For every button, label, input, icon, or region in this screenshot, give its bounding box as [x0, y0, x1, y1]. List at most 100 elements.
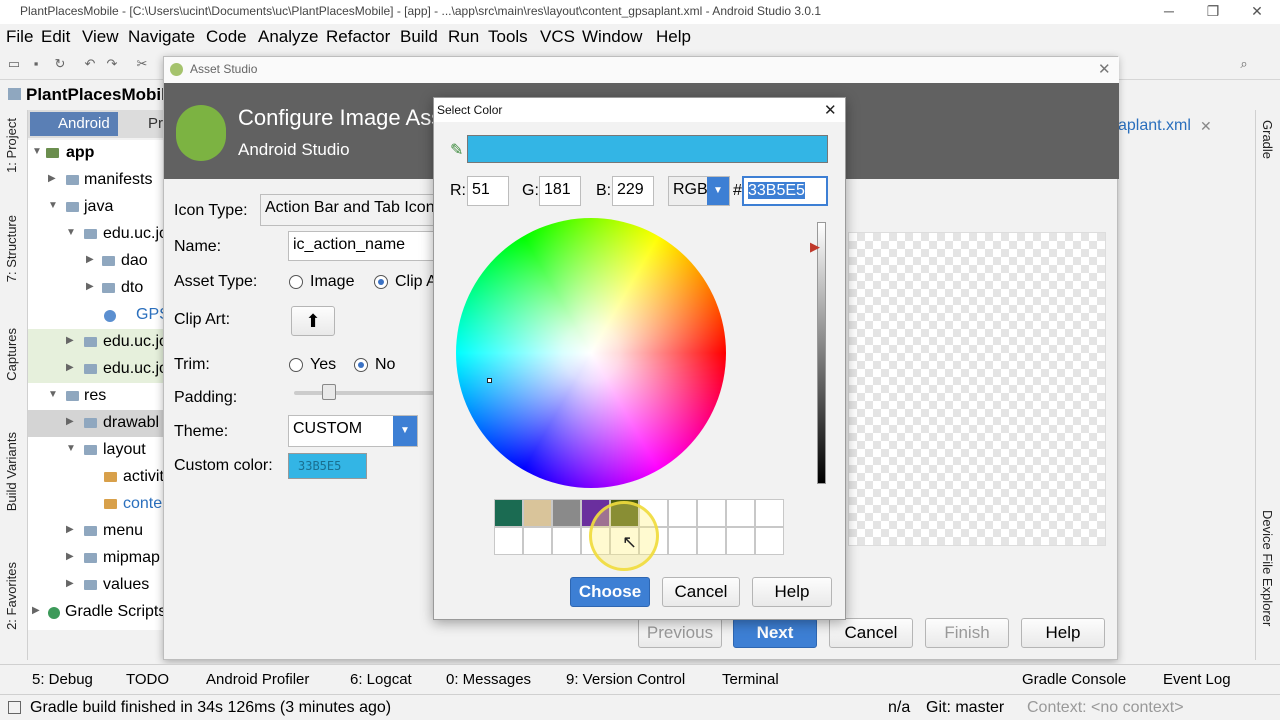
custom-color-swatch[interactable]: 33B5E5	[288, 453, 367, 479]
status-git-branch[interactable]: Git: master	[926, 699, 1004, 717]
color-swatch[interactable]	[726, 527, 755, 555]
asset-type-clip-art-radio[interactable]	[374, 275, 388, 289]
tool-event-log[interactable]: Event Log	[1163, 671, 1231, 688]
tree-item[interactable]: ▼ edu.uc.jo	[28, 221, 168, 248]
close-icon[interactable]: ✕	[824, 101, 837, 119]
menu-tools[interactable]: Tools	[488, 27, 528, 47]
tree-item[interactable]: GPS	[28, 302, 168, 329]
g-input[interactable]: 181	[539, 176, 581, 206]
menu-view[interactable]: View	[82, 27, 119, 47]
tab-gradle[interactable]: Gradle	[1260, 120, 1275, 159]
tab-device-file-explorer[interactable]: Device File Explorer	[1260, 510, 1275, 626]
asset-type-image-radio[interactable]	[289, 275, 303, 289]
choose-button[interactable]: Choose	[570, 577, 650, 607]
padding-slider-track[interactable]	[294, 391, 434, 395]
color-swatch[interactable]	[552, 499, 581, 527]
tool-version-control[interactable]: 9: Version Control	[566, 671, 685, 688]
menu-file[interactable]: File	[6, 27, 33, 47]
tree-item[interactable]: ▶ edu.uc.jo	[28, 329, 168, 356]
padding-slider-thumb[interactable]	[322, 384, 336, 400]
color-swatch[interactable]	[668, 499, 697, 527]
help-button[interactable]: Help	[752, 577, 832, 607]
close-tab-icon[interactable]: ✕	[1200, 118, 1212, 135]
menu-run[interactable]: Run	[448, 27, 479, 47]
help-button[interactable]: Help	[1021, 618, 1105, 648]
color-swatch[interactable]	[494, 499, 523, 527]
search-icon[interactable]: ⌕	[1236, 56, 1252, 72]
color-swatch[interactable]	[552, 527, 581, 555]
status-toggle-icon[interactable]	[8, 701, 21, 714]
theme-select[interactable]: CUSTOM ▼	[288, 415, 418, 447]
finish-button[interactable]: Finish	[925, 618, 1009, 648]
tree-item[interactable]: ▶ mipmap	[28, 545, 168, 572]
tab-android-view[interactable]: Android	[30, 112, 118, 136]
undo-icon[interactable]: ↶	[82, 56, 98, 72]
eyedropper-icon[interactable]: ✎	[450, 140, 463, 160]
tree-item[interactable]: ▶ menu	[28, 518, 168, 545]
b-input[interactable]: 229	[612, 176, 654, 206]
color-wheel-pointer[interactable]	[487, 378, 492, 383]
open-icon[interactable]: ▭	[6, 56, 22, 72]
brightness-slider[interactable]	[817, 222, 826, 484]
menu-build[interactable]: Build	[400, 27, 438, 47]
tab-captures[interactable]: Captures	[4, 328, 19, 381]
tool-logcat[interactable]: 6: Logcat	[350, 671, 412, 688]
tree-item[interactable]: ▶ edu.uc.jo	[28, 356, 168, 383]
color-swatch[interactable]	[726, 499, 755, 527]
trim-yes-radio[interactable]	[289, 358, 303, 372]
breadcrumb-project[interactable]: PlantPlacesMobil	[26, 85, 166, 105]
name-input[interactable]: ic_action_name	[288, 231, 440, 261]
menu-code[interactable]: Code	[206, 27, 247, 47]
close-window-button[interactable]: ✕	[1242, 2, 1272, 22]
tree-item[interactable]: ▶ dao	[28, 248, 168, 275]
color-wheel[interactable]	[456, 218, 726, 488]
color-mode-select[interactable]: RGB ▼	[668, 176, 730, 206]
tab-project[interactable]: 1: Project	[4, 118, 19, 173]
color-swatch[interactable]	[494, 527, 523, 555]
tree-item[interactable]: conte	[28, 491, 168, 518]
tree-item[interactable]: ▼ app	[28, 140, 168, 167]
color-swatch[interactable]	[755, 527, 784, 555]
tool-todo[interactable]: TODO	[126, 671, 169, 688]
menu-refactor[interactable]: Refactor	[326, 27, 390, 47]
color-swatch[interactable]	[523, 527, 552, 555]
save-icon[interactable]: ▪	[28, 56, 44, 72]
tool-gradle-console[interactable]: Gradle Console	[1022, 671, 1126, 688]
tree-item[interactable]: ▶ Gradle Scripts	[28, 599, 168, 626]
color-swatch[interactable]	[755, 499, 784, 527]
tree-item[interactable]: ▼ layout	[28, 437, 168, 464]
tool-android-profiler[interactable]: Android Profiler	[206, 671, 309, 688]
redo-icon[interactable]: ↷	[104, 56, 120, 72]
cut-icon[interactable]: ✂	[134, 56, 150, 72]
brightness-slider-arrow[interactable]: ▶	[810, 239, 820, 255]
hex-input[interactable]: 33B5E5	[742, 176, 828, 206]
tab-structure[interactable]: 7: Structure	[4, 215, 19, 282]
color-swatch[interactable]	[697, 499, 726, 527]
menu-vcs[interactable]: VCS	[540, 27, 575, 47]
menu-help[interactable]: Help	[656, 27, 691, 47]
icon-type-select[interactable]: Action Bar and Tab Icons	[260, 194, 440, 226]
color-swatch[interactable]	[523, 499, 552, 527]
tab-build-variants[interactable]: Build Variants	[4, 432, 19, 511]
tree-item[interactable]: ▶ drawabl	[28, 410, 168, 437]
sync-icon[interactable]: ↻	[52, 56, 68, 72]
tab-favorites[interactable]: 2: Favorites	[4, 562, 19, 630]
menu-analyze[interactable]: Analyze	[258, 27, 318, 47]
tool-messages[interactable]: 0: Messages	[446, 671, 531, 688]
tool-terminal[interactable]: Terminal	[722, 671, 779, 688]
tool-debug[interactable]: 5: Debug	[32, 671, 93, 688]
color-swatch[interactable]	[668, 527, 697, 555]
menu-edit[interactable]: Edit	[41, 27, 70, 47]
restore-button[interactable]: ❐	[1198, 2, 1228, 22]
tree-item[interactable]: ▶ values	[28, 572, 168, 599]
clip-art-upload-button[interactable]: ⬆	[291, 306, 335, 336]
minimize-button[interactable]: ─	[1154, 2, 1184, 22]
previous-button[interactable]: Previous	[638, 618, 722, 648]
tree-item[interactable]: ▶ dto	[28, 275, 168, 302]
r-input[interactable]: 51	[467, 176, 509, 206]
editor-tab[interactable]: aplant.xml ✕	[1110, 110, 1255, 140]
trim-no-radio[interactable]	[354, 358, 368, 372]
close-icon[interactable]: ✕	[1098, 60, 1111, 78]
tree-item[interactable]: ▼ res	[28, 383, 168, 410]
menu-window[interactable]: Window	[582, 27, 642, 47]
